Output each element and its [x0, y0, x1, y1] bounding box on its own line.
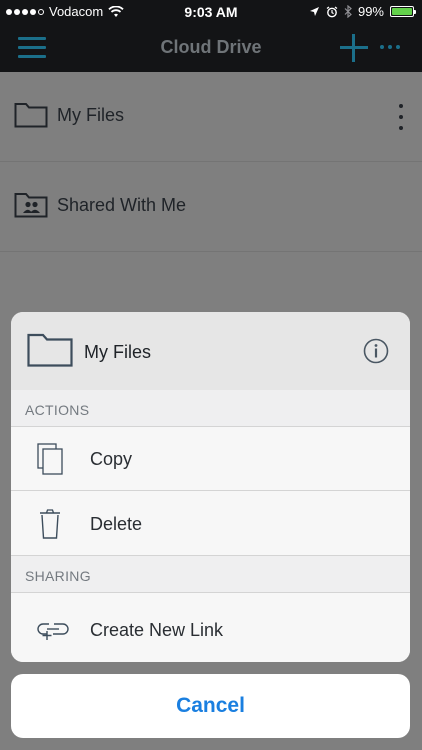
- bluetooth-icon: [344, 5, 352, 18]
- nav-bar: Cloud Drive: [0, 24, 422, 72]
- list-item-label: My Files: [57, 105, 124, 125]
- info-icon[interactable]: [363, 338, 389, 364]
- cancel-button[interactable]: Cancel: [11, 674, 410, 738]
- section-header-actions: ACTIONS: [11, 390, 410, 427]
- list-item-my-files[interactable]: My Files: [0, 72, 422, 162]
- copy-icon: [37, 443, 63, 475]
- ellipsis-icon[interactable]: [380, 45, 400, 49]
- battery-level: [392, 8, 412, 15]
- more-options-icon[interactable]: [397, 104, 405, 130]
- trash-icon: [40, 509, 60, 539]
- shared-folder-icon: [14, 193, 48, 218]
- list-item-label: Shared With Me: [57, 195, 187, 215]
- folder-icon: [27, 333, 73, 367]
- battery-percent: 99%: [357, 4, 384, 19]
- copy-button[interactable]: Copy: [11, 427, 410, 491]
- delete-button[interactable]: Delete: [11, 492, 410, 556]
- section-header-sharing: SHARING: [11, 556, 410, 593]
- alarm-icon: [326, 5, 338, 17]
- folder-icon: [14, 103, 48, 128]
- plus-icon[interactable]: [340, 34, 368, 62]
- delete-label: Delete: [90, 514, 143, 534]
- status-bar: Vodacom 9:03 AM 99%: [0, 0, 422, 24]
- action-sheet-title: My Files: [84, 342, 151, 362]
- create-new-link-button[interactable]: Create New Link: [11, 598, 410, 662]
- list-item-shared-with-me[interactable]: Shared With Me: [0, 162, 422, 252]
- link-icon: [37, 623, 69, 640]
- copy-label: Copy: [90, 449, 133, 469]
- action-sheet-header: My Files: [11, 312, 410, 391]
- location-arrow-icon: [309, 7, 319, 16]
- action-sheet: My Files ACTIONS Copy Delete SHARING Cre…: [11, 312, 410, 662]
- create-new-link-label: Create New Link: [90, 620, 224, 640]
- battery-icon: [390, 6, 416, 17]
